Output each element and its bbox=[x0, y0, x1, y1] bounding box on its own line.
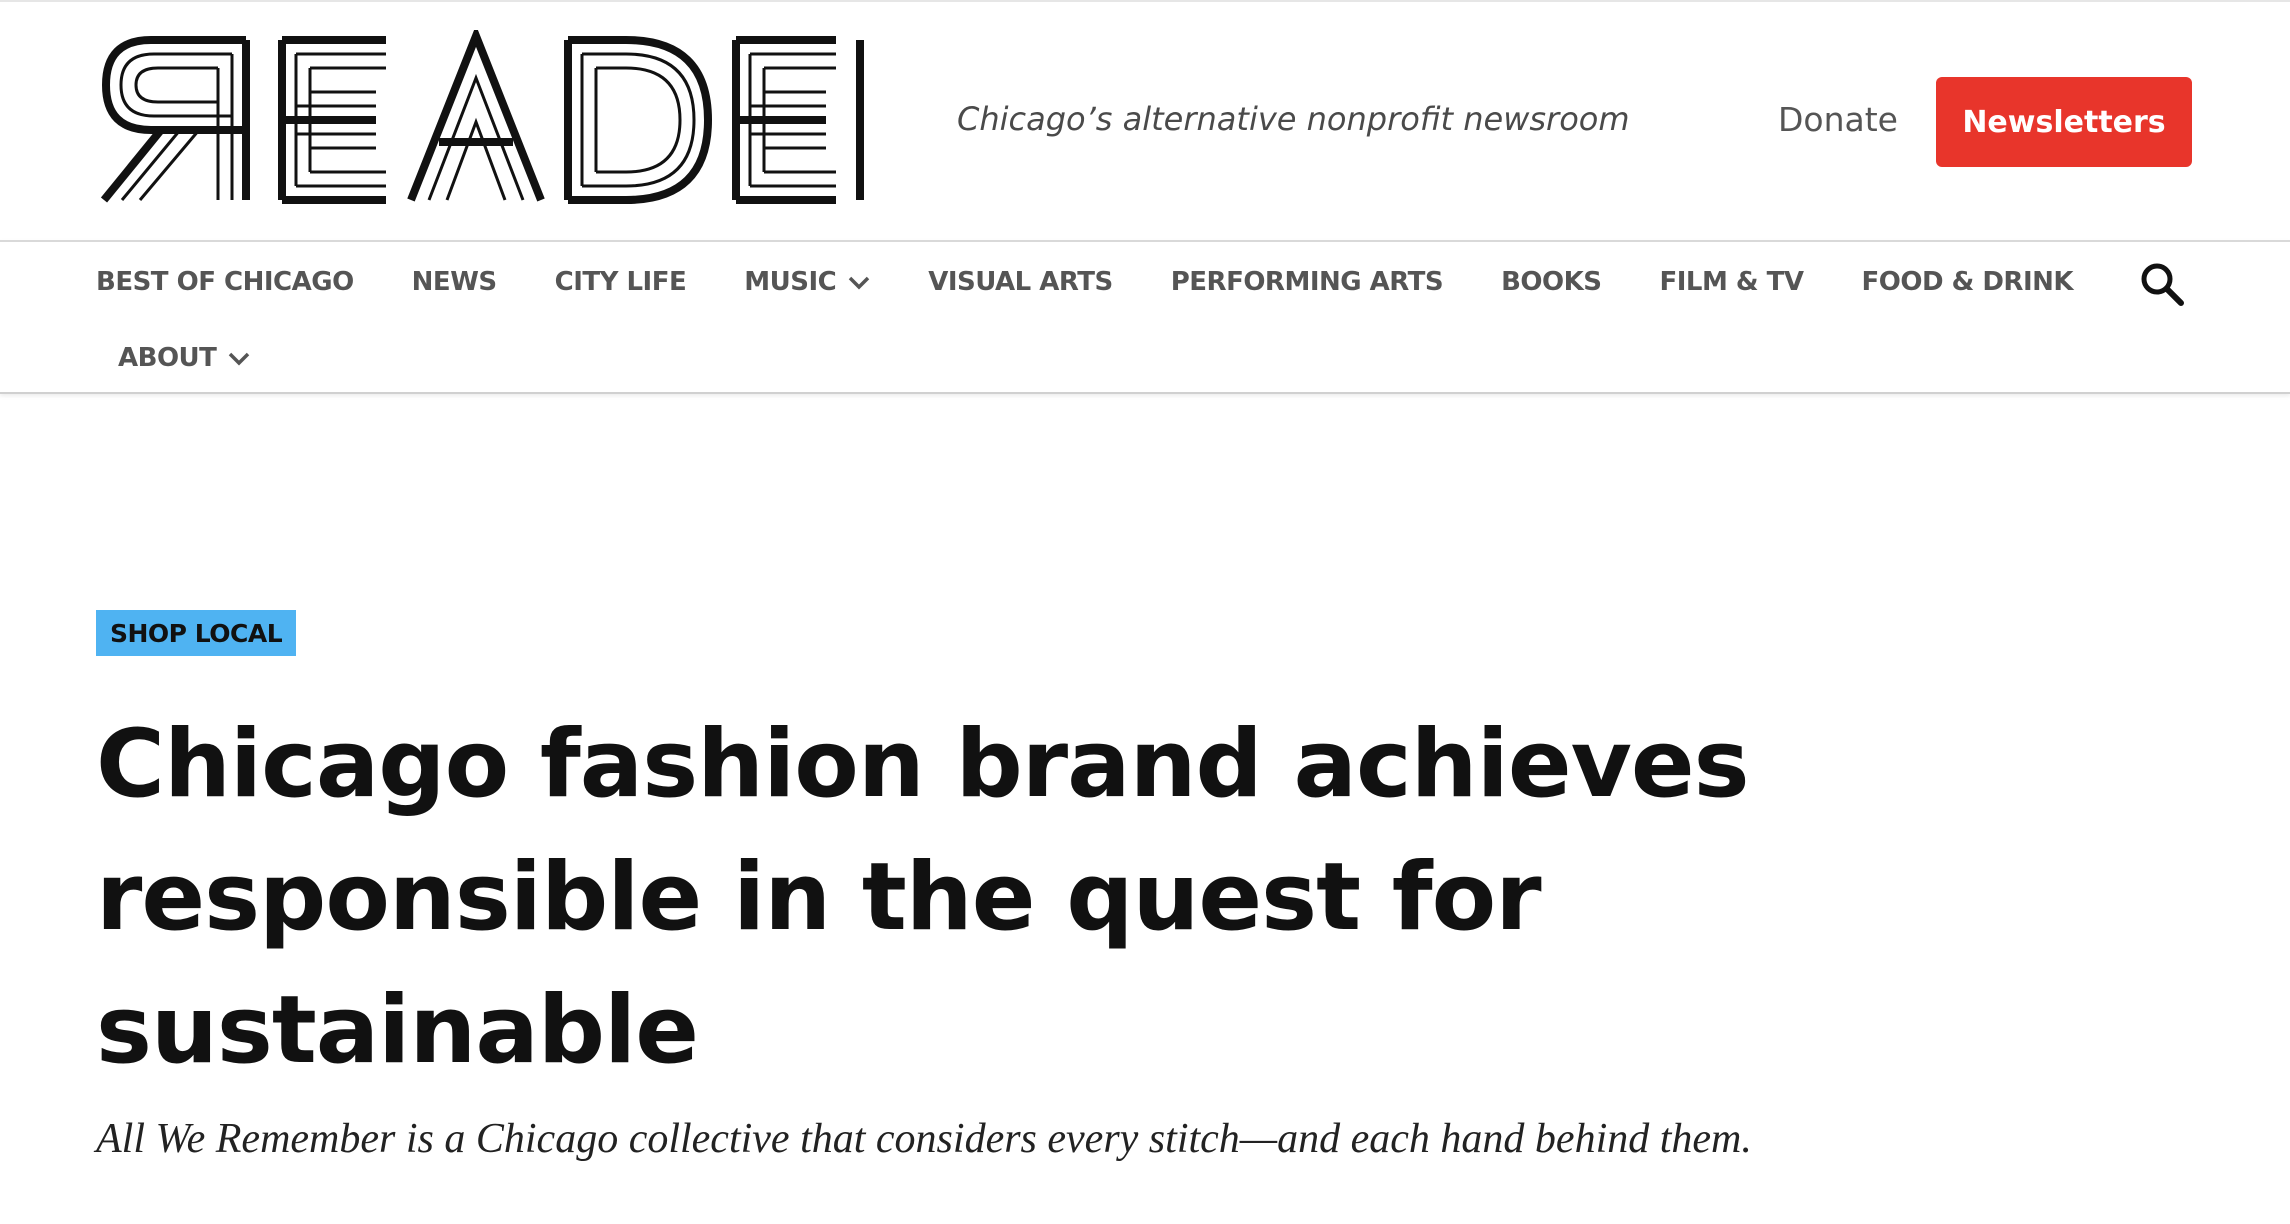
nav-row: ABOUT bbox=[118, 328, 2194, 388]
page: Chicago’s alternative nonprofit newsroom… bbox=[0, 0, 2290, 1224]
nav-item-city-life[interactable]: CITY LIFE bbox=[555, 267, 687, 297]
nav-item-label: NEWS bbox=[411, 267, 497, 297]
nav-item-music[interactable]: MUSIC bbox=[744, 267, 870, 297]
nav-item-label: VISUAL ARTS bbox=[928, 267, 1113, 297]
nav-item-label: BEST OF CHICAGO bbox=[96, 267, 354, 297]
site-tagline: Chicago’s alternative nonprofit newsroom bbox=[957, 100, 1630, 138]
nav-item-about[interactable]: ABOUT bbox=[118, 343, 250, 373]
nav-item-performing-arts[interactable]: PERFORMING ARTS bbox=[1170, 267, 1444, 297]
nav-item-visual-arts[interactable]: VISUAL ARTS bbox=[928, 267, 1113, 297]
nav-item-label: MUSIC bbox=[744, 267, 837, 297]
nav-row: BEST OF CHICAGO NEWS CITY LIFE MUSIC VIS… bbox=[96, 252, 2194, 312]
nav-item-news[interactable]: NEWS bbox=[412, 267, 497, 297]
nav-item-label: BOOKS bbox=[1501, 267, 1602, 297]
nav-item-label: CITY LIFE bbox=[554, 267, 687, 297]
site-header: Chicago’s alternative nonprofit newsroom… bbox=[0, 0, 2290, 240]
nav-item-food-drink[interactable]: FOOD & DRINK bbox=[1862, 267, 2074, 297]
reader-logo[interactable] bbox=[96, 30, 896, 210]
nav-item-books[interactable]: BOOKS bbox=[1501, 267, 1602, 297]
donate-link[interactable]: Donate bbox=[1778, 100, 1898, 139]
nav-item-best-of-chicago[interactable]: BEST OF CHICAGO bbox=[96, 267, 354, 297]
article-headline: Chicago fashion brand achieves responsib… bbox=[96, 710, 1750, 1085]
category-badge[interactable]: SHOP LOCAL bbox=[96, 610, 297, 656]
nav-item-label: FOOD & DRINK bbox=[1861, 267, 2074, 297]
chevron-down-icon bbox=[848, 267, 870, 297]
nav-item-label: ABOUT bbox=[118, 343, 217, 373]
reader-logo-mark bbox=[100, 30, 864, 204]
nav-item-label: PERFORMING ARTS bbox=[1170, 267, 1444, 297]
nav-item-label: FILM & TV bbox=[1659, 267, 1805, 297]
nav-item-film-tv[interactable]: FILM & TV bbox=[1659, 267, 1805, 297]
chevron-down-icon bbox=[228, 343, 250, 373]
search-icon[interactable] bbox=[2138, 260, 2186, 308]
main-nav: BEST OF CHICAGO NEWS CITY LIFE MUSIC VIS… bbox=[0, 240, 2290, 394]
newsletters-button[interactable]: Newsletters bbox=[1936, 77, 2192, 167]
article-dek: All We Remember is a Chicago collective … bbox=[96, 1116, 1752, 1162]
